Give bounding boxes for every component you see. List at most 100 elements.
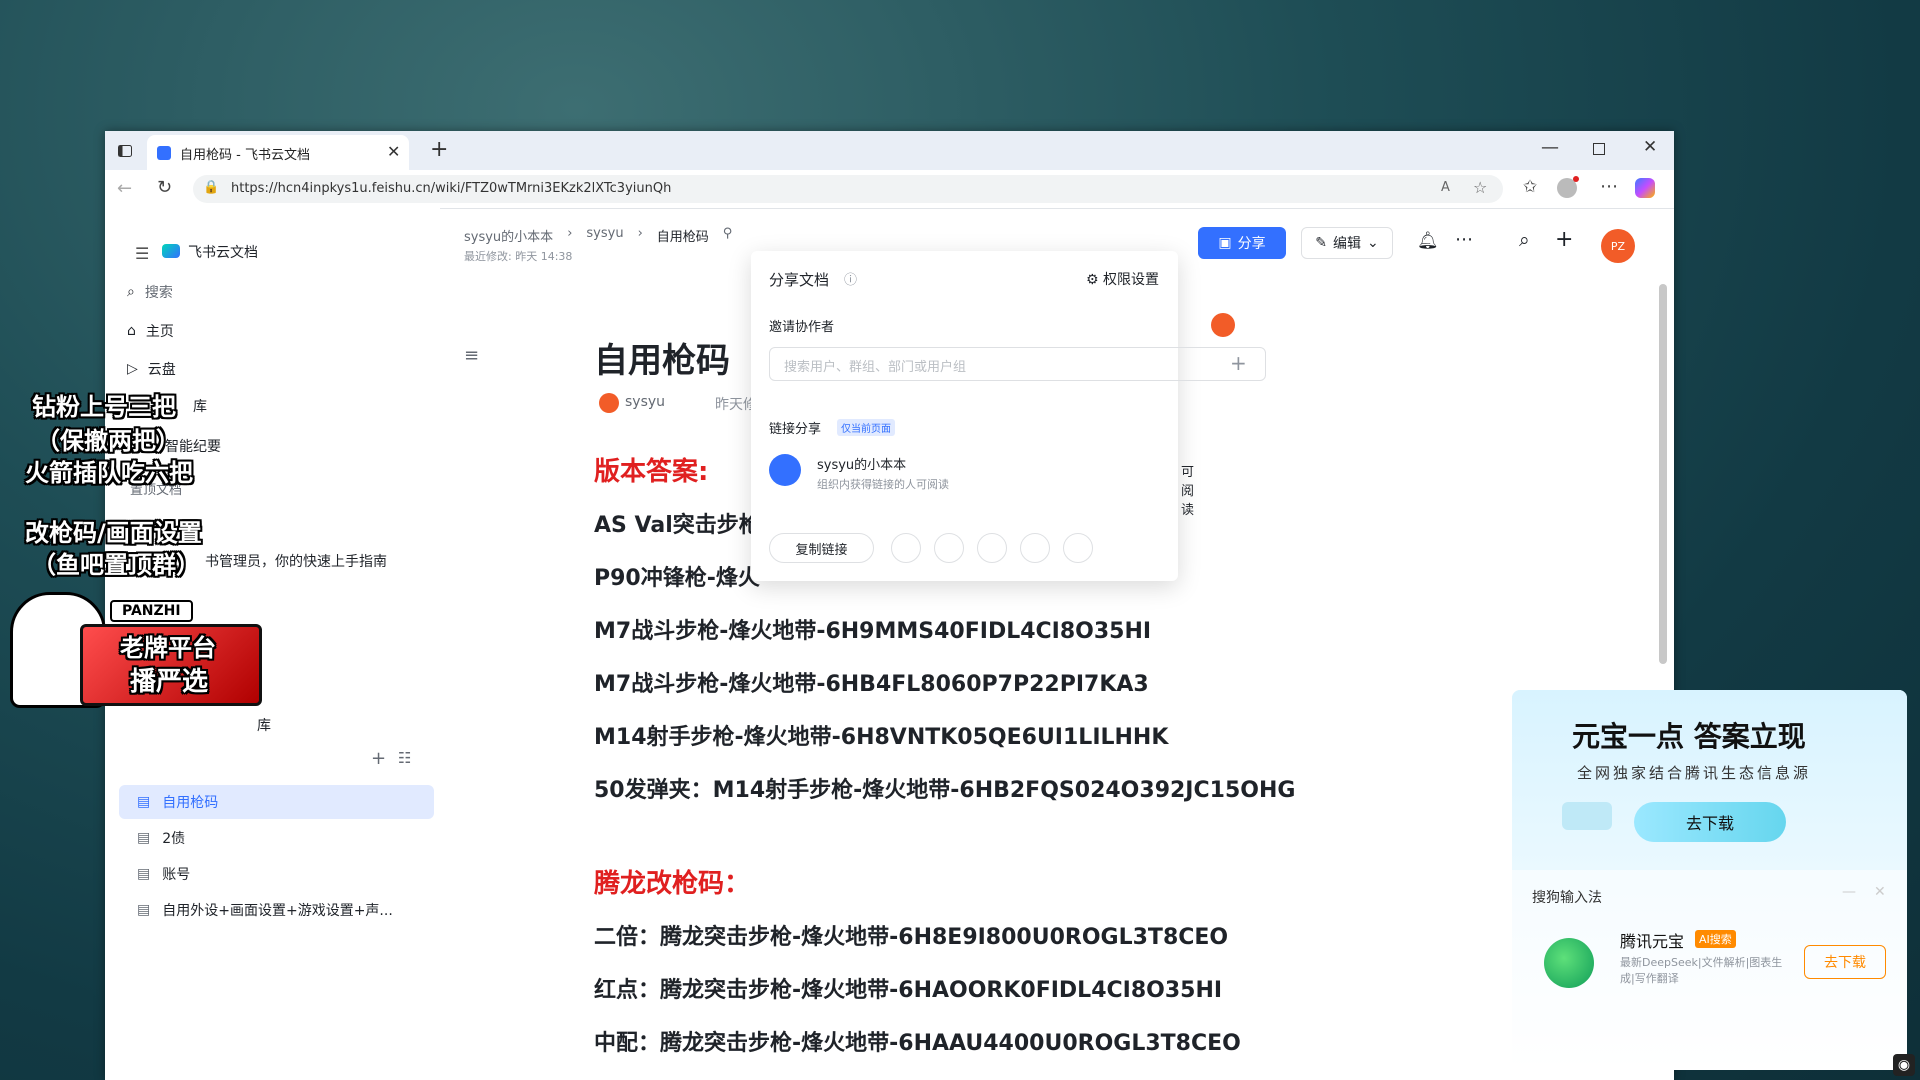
sidebar-item-home[interactable]: ⌂ 主页 bbox=[127, 321, 174, 341]
close-window-icon[interactable]: ✕ bbox=[1643, 137, 1657, 157]
breadcrumb-item[interactable]: sysyu的小本本 bbox=[464, 226, 553, 245]
library-partial[interactable]: 库 bbox=[257, 715, 271, 735]
share-button[interactable]: ▣ 分享 bbox=[1198, 227, 1286, 259]
popover-title: 分享文档 bbox=[769, 271, 830, 289]
edit-icon: ✎ bbox=[1315, 235, 1327, 251]
pinned-doc-guide-partial[interactable]: 书管理员，你的快速上手指南 bbox=[205, 551, 387, 571]
feishu-doc-icon bbox=[157, 146, 171, 160]
chevron-down-icon: ⌄ bbox=[1367, 235, 1379, 251]
share-wechat-icon[interactable] bbox=[977, 533, 1007, 563]
qrcode-icon[interactable] bbox=[1020, 533, 1050, 563]
collapse-sidebar-icon[interactable]: ☰ bbox=[135, 244, 149, 263]
share-star-icon[interactable] bbox=[934, 533, 964, 563]
add-page-icon[interactable]: + bbox=[371, 748, 386, 769]
help-icon[interactable]: ⓘ bbox=[844, 269, 857, 288]
author-name[interactable]: sysyu bbox=[625, 394, 665, 410]
app-name: 腾讯元宝 bbox=[1620, 932, 1685, 951]
add-collaborator-icon[interactable]: + bbox=[1230, 351, 1247, 375]
access-select[interactable]: 可阅读 bbox=[1181, 461, 1194, 518]
close-tab-icon[interactable]: ✕ bbox=[387, 142, 400, 161]
search-icon[interactable]: ⌕ bbox=[1519, 229, 1530, 251]
tree-item-account[interactable]: ▤ 账号 bbox=[119, 857, 434, 891]
yuanbao-ad-popup: 元宝一点 答案立现 全网独家结合腾讯生态信息源 去下载 搜狗输入法 — ✕ 腾讯… bbox=[1512, 690, 1907, 1070]
drive-icon: ▷ bbox=[127, 361, 138, 377]
sidebar-item-label: 主页 bbox=[145, 324, 174, 340]
ad-download-button[interactable]: 去下载 bbox=[1634, 802, 1786, 842]
refresh-icon[interactable]: ↻ bbox=[157, 177, 172, 198]
edit-label: 编辑 bbox=[1333, 236, 1361, 252]
ad-minimize-icon[interactable]: — bbox=[1842, 884, 1856, 900]
search-placeholder: 搜索用户、群组、部门或用户组 bbox=[784, 360, 967, 375]
new-tab-icon[interactable]: + bbox=[430, 137, 448, 162]
permission-settings-button[interactable]: ⚙ 权限设置 bbox=[1086, 269, 1159, 289]
permission-label: 权限设置 bbox=[1103, 272, 1160, 288]
doc-icon: ▤ bbox=[137, 830, 151, 846]
copy-link-button[interactable]: 复制链接 bbox=[769, 533, 874, 563]
minimize-icon[interactable]: — bbox=[1541, 137, 1559, 158]
org-name[interactable]: sysyu的小本本 bbox=[817, 454, 906, 473]
sidebar-item-label: 云盘 bbox=[147, 362, 176, 378]
link-share-label: 链接分享 bbox=[769, 422, 822, 437]
org-desc: 组织内获得链接的人可阅读 bbox=[817, 478, 949, 491]
search-icon: ⌕ bbox=[127, 284, 135, 300]
app-cta-label: 去下载 bbox=[1824, 955, 1866, 971]
bell-icon[interactable]: 🔔︎ bbox=[1417, 231, 1439, 251]
tree-item-settings[interactable]: ▤ 自用外设+画面设置+游戏设置+声... bbox=[119, 893, 434, 927]
tree-item-debt[interactable]: ▤ 2债 bbox=[119, 821, 434, 855]
share-feishu-icon[interactable] bbox=[891, 533, 921, 563]
back-icon[interactable]: ← bbox=[117, 178, 132, 199]
doc-line: 50发弹夹：M14射手步枪-烽火地带-6HB2FQS024O392JC15OHG bbox=[594, 778, 1296, 803]
create-icon[interactable]: + bbox=[1555, 227, 1573, 252]
tree-item-label: 自用外设+画面设置+游戏设置+声... bbox=[162, 903, 393, 919]
ai-search-badge: AI搜索 bbox=[1695, 930, 1736, 948]
favorites-icon[interactable]: ✩ bbox=[1523, 177, 1537, 197]
breadcrumb-item[interactable]: 自用枪码 bbox=[657, 226, 709, 245]
tab-actions-icon[interactable] bbox=[115, 141, 135, 161]
tray-icon[interactable]: ◉ bbox=[1893, 1054, 1915, 1076]
doc-line: M14射手步枪-烽火地带-6H8VNTK05QE6UI1LILHHK bbox=[594, 725, 1169, 750]
more-icon[interactable]: ⋯ bbox=[1600, 176, 1618, 197]
scrollbar-thumb[interactable] bbox=[1659, 284, 1667, 664]
overlay-line: （保撤两把） bbox=[36, 427, 180, 455]
breadcrumb-item[interactable]: sysyu bbox=[586, 226, 623, 245]
app-download-button[interactable]: 去下载 bbox=[1804, 945, 1886, 979]
edit-button[interactable]: ✎ 编辑 ⌄ bbox=[1301, 227, 1393, 259]
app-desc: 最新DeepSeek|文件解析|图表生成|写作翻译 bbox=[1620, 956, 1783, 985]
badge-line: 播严选 bbox=[130, 667, 209, 697]
browser-tab[interactable]: 自用枪码 - 飞书云文档 ✕ bbox=[147, 135, 409, 170]
section-heading: 腾龙改枪码： bbox=[594, 869, 751, 899]
doc-line: M7战斗步枪-烽火地带-6HB4FL8060P7P22PI7KA3 bbox=[594, 672, 1149, 697]
avatar[interactable]: PZ bbox=[1601, 229, 1635, 263]
collaborator-avatar[interactable] bbox=[1211, 313, 1235, 337]
read-aloud-icon[interactable]: A bbox=[1441, 180, 1450, 195]
share-popover: 分享文档 ⓘ ⚙ 权限设置 邀请协作者 搜索用户、群组、部门或用户组 + 链接分… bbox=[751, 251, 1266, 581]
maximize-icon[interactable] bbox=[1593, 143, 1605, 155]
doc-line: P90冲锋枪-烽火 bbox=[594, 566, 760, 591]
collaborator-search-input[interactable]: 搜索用户、群组、部门或用户组 + bbox=[769, 347, 1266, 381]
copy-link-label: 复制链接 bbox=[795, 542, 848, 558]
tree-item-guncode[interactable]: ▤ 自用枪码 bbox=[119, 785, 434, 819]
ad-close-icon[interactable]: ✕ bbox=[1874, 884, 1886, 900]
ad-cta-label: 去下载 bbox=[1685, 814, 1734, 833]
notification-dot bbox=[1573, 176, 1579, 182]
doc-line: M7战斗步枪-烽火地带-6H9MMS40FIDL4CI8O35HI bbox=[594, 619, 1152, 644]
sidebar-search[interactable]: ⌕ 搜索 bbox=[127, 282, 173, 302]
badge-line: 老牌平台 bbox=[120, 634, 216, 662]
pin-icon[interactable]: ⚲ bbox=[723, 226, 733, 245]
gear-icon: ⚙ bbox=[1086, 272, 1099, 288]
more-options-icon[interactable]: ⋯ bbox=[1455, 229, 1473, 250]
url-field[interactable]: 🔒 https://hcn4inpkys1u.feishu.cn/wiki/FT… bbox=[193, 175, 1503, 203]
list-options-icon[interactable]: ☷ bbox=[398, 749, 411, 767]
favorite-icon[interactable]: ☆ bbox=[1473, 178, 1487, 197]
outline-icon[interactable]: ≡ bbox=[464, 345, 479, 366]
overlay-line: （鱼吧置顶群） bbox=[32, 551, 200, 579]
yuanbao-logo-icon bbox=[1544, 938, 1594, 988]
app-name: 飞书云文档 bbox=[188, 245, 258, 261]
copilot-icon[interactable] bbox=[1635, 178, 1655, 198]
sidebar-item-library-partial[interactable]: 库 bbox=[193, 396, 207, 416]
lock-icon[interactable]: 🔒 bbox=[203, 180, 219, 195]
home-icon: ⌂ bbox=[127, 323, 136, 339]
chat-bubble-icon bbox=[1562, 802, 1612, 830]
sidebar-item-drive[interactable]: ▷ 云盘 bbox=[127, 359, 176, 379]
share-more-icon[interactable] bbox=[1063, 533, 1093, 563]
